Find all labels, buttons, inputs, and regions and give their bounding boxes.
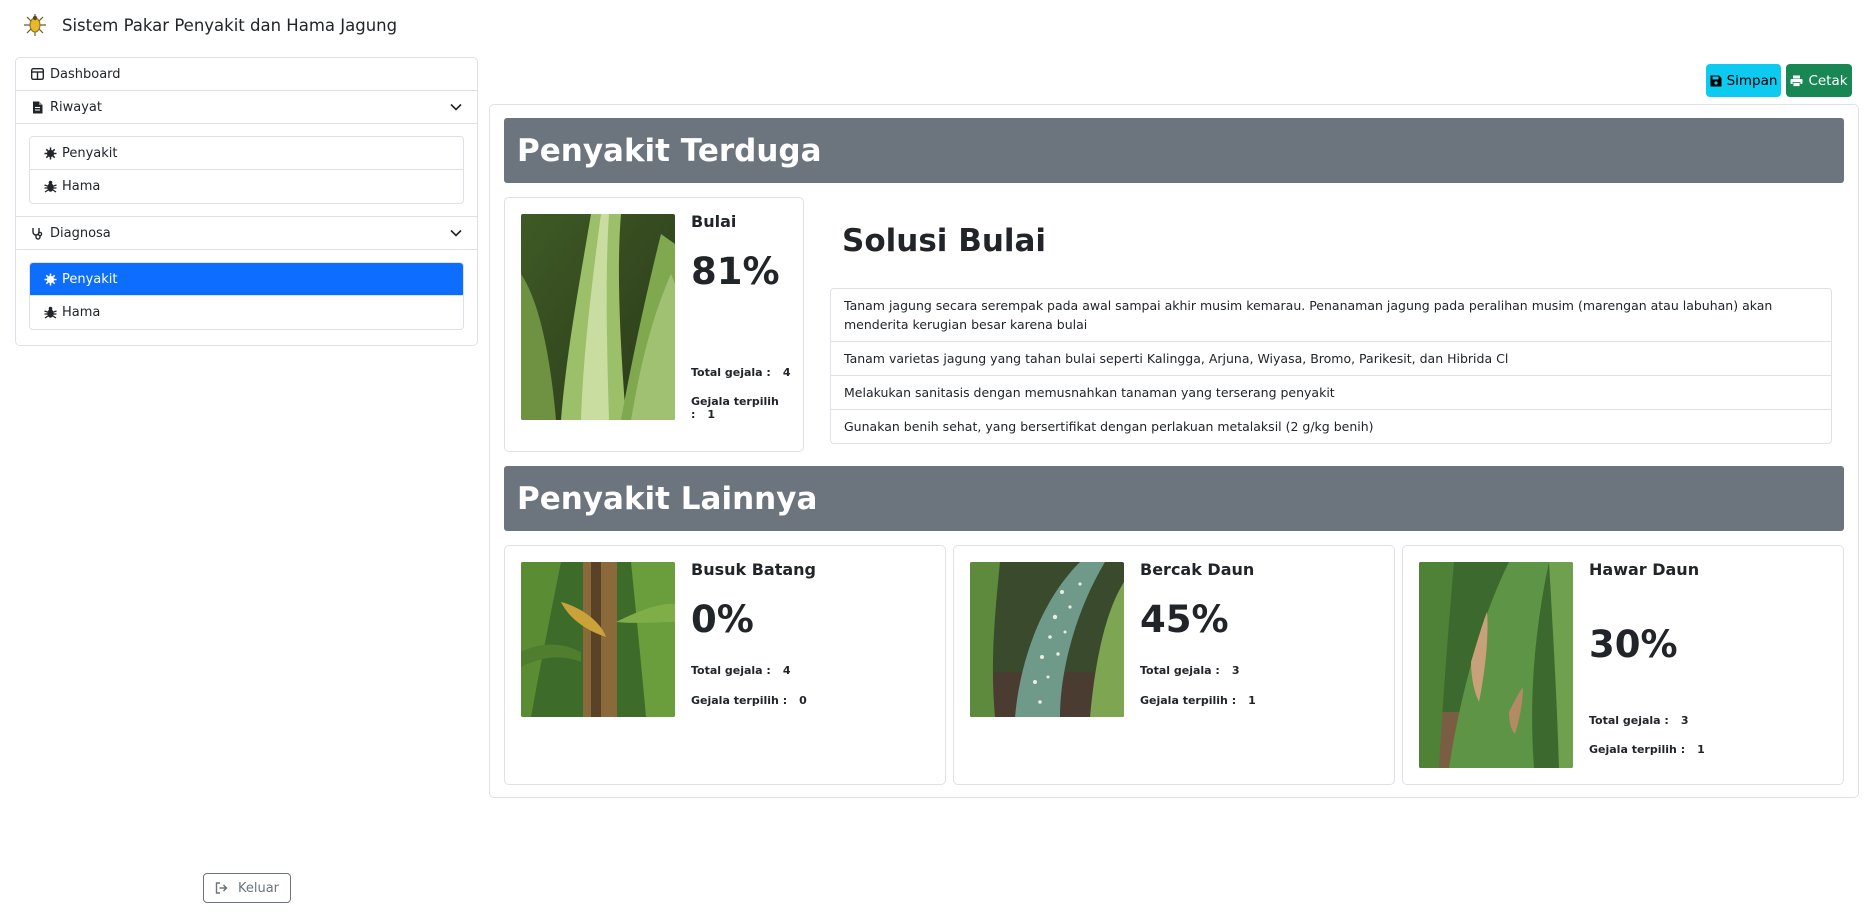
total-gejala-stat: Total gejala : 3 <box>1140 664 1240 677</box>
stethoscope-icon <box>30 226 44 240</box>
solution-title: Solusi Bulai <box>842 223 1047 259</box>
gejala-terpilih-label: Gejala terpilih : <box>691 694 788 707</box>
diagnosa-submenu: Penyakit Hama <box>16 250 477 342</box>
print-label: Cetak <box>1808 72 1848 89</box>
disease-percent: 0% <box>691 598 754 641</box>
floppy-disk-icon <box>1710 75 1722 87</box>
sidebar-item-label: Dashboard <box>50 66 121 82</box>
gejala-terpilih-value: 1 <box>707 408 716 421</box>
riwayat-submenu: Penyakit Hama <box>16 124 477 217</box>
gejala-terpilih-value: 1 <box>1248 694 1256 707</box>
total-gejala-label: Total gejala : <box>691 366 771 379</box>
bug-icon <box>43 180 57 194</box>
solution-item: Melakukan sanitasis dengan memusnahkan t… <box>831 376 1831 410</box>
bulai-image <box>521 214 675 420</box>
disease-name: Bercak Daun <box>1140 560 1255 579</box>
hawar-daun-image <box>1419 562 1573 768</box>
sidebar: Dashboard Riwayat Penyakit Hama Diagnosa… <box>15 57 478 346</box>
file-text-icon <box>30 100 44 114</box>
corn-bug-logo-icon <box>24 14 46 36</box>
sidebar-item-diagnosa-penyakit[interactable]: Penyakit <box>30 263 463 296</box>
suspected-disease-card: Bulai 81% Total gejala : 4 Gejala terpili… <box>504 197 804 452</box>
sidebar-item-label: Penyakit <box>62 271 118 287</box>
save-button[interactable]: Simpan <box>1706 64 1781 97</box>
total-gejala-label: Total gejala : <box>1589 714 1669 727</box>
sidebar-group-label: Riwayat <box>50 99 102 115</box>
gejala-terpilih-stat: Gejala terpilih : 0 <box>691 694 807 707</box>
print-button[interactable]: Cetak <box>1786 64 1852 97</box>
gejala-terpilih-label: Gejala terpilih : <box>691 395 779 421</box>
chevron-down-icon[interactable] <box>449 100 463 114</box>
solution-item: Tanam jagung secara serempak pada awal s… <box>831 289 1831 342</box>
table-columns-icon <box>30 67 44 81</box>
gejala-terpilih-stat: Gejala terpilih : 1 <box>1140 694 1256 707</box>
gejala-terpilih-stat: Gejala terpilih :1 <box>691 395 803 421</box>
sign-out-icon <box>215 882 229 894</box>
virus-icon <box>43 272 57 286</box>
total-gejala-value: 4 <box>782 366 791 379</box>
total-gejala-stat: Total gejala : 4 <box>691 664 791 677</box>
sidebar-item-label: Hama <box>62 305 101 320</box>
sidebar-item-label: Hama <box>62 179 101 194</box>
solution-list: Tanam jagung secara serempak pada awal s… <box>830 288 1832 444</box>
sidebar-item-riwayat-penyakit[interactable]: Penyakit <box>30 137 463 170</box>
total-gejala-value: 4 <box>782 664 791 677</box>
total-gejala-label: Total gejala : <box>691 664 771 677</box>
disease-name: Bulai <box>691 212 737 231</box>
section-header-others: Penyakit Lainnya <box>504 466 1844 531</box>
total-gejala-label: Total gejala : <box>1140 664 1220 677</box>
sidebar-item-riwayat-hama[interactable]: Hama <box>30 170 463 203</box>
bug-icon <box>43 306 57 320</box>
chevron-down-icon[interactable] <box>449 226 463 240</box>
solution-item: Gunakan benih sehat, yang bersertifikat … <box>844 419 1374 434</box>
app-title: Sistem Pakar Penyakit dan Hama Jagung <box>62 15 398 35</box>
disease-name: Hawar Daun <box>1589 560 1700 579</box>
gejala-terpilih-stat: Gejala terpilih : 1 <box>1589 743 1705 756</box>
disease-percent: 45% <box>1140 598 1229 641</box>
total-gejala-stat: Total gejala : 3 <box>1589 714 1689 727</box>
gejala-terpilih-value: 1 <box>1697 743 1705 756</box>
gejala-terpilih-label: Gejala terpilih : <box>1140 694 1237 707</box>
total-gejala-stat: Total gejala : 4 <box>691 366 791 379</box>
disease-percent: 81% <box>691 250 780 293</box>
sidebar-group-diagnosa[interactable]: Diagnosa <box>16 217 477 250</box>
sidebar-item-dashboard[interactable]: Dashboard <box>16 58 477 91</box>
total-gejala-value: 3 <box>1231 664 1240 677</box>
busuk-batang-image <box>521 562 675 717</box>
gejala-terpilih-label: Gejala terpilih : <box>1589 743 1686 756</box>
section-header-suspected: Penyakit Terduga <box>504 118 1844 183</box>
sidebar-item-diagnosa-hama[interactable]: Hama <box>30 296 463 329</box>
sidebar-item-label: Penyakit <box>62 145 118 161</box>
logout-label: Keluar <box>237 880 280 896</box>
printer-icon <box>1790 75 1803 87</box>
solution-item: Tanam varietas jagung yang tahan bulai s… <box>831 342 1831 376</box>
gejala-terpilih-value: 0 <box>799 694 807 707</box>
sidebar-group-riwayat[interactable]: Riwayat <box>16 91 477 124</box>
other-disease-card: Bercak Daun 45% Total gejala : 3 Gejala t… <box>953 545 1395 785</box>
total-gejala-value: 3 <box>1680 714 1689 727</box>
other-disease-card: Busuk Batang 0% Total gejala : 4 Gejala t… <box>504 545 946 785</box>
save-label: Simpan <box>1726 72 1778 89</box>
bercak-daun-image <box>970 562 1124 717</box>
virus-icon <box>43 146 57 160</box>
logout-button[interactable]: Keluar <box>203 873 291 903</box>
sidebar-group-label: Diagnosa <box>50 225 111 241</box>
disease-percent: 30% <box>1589 623 1678 666</box>
diagnosis-result-card: Penyakit Terduga Bulai 81% Total gejala … <box>489 104 1859 798</box>
app-header: Sistem Pakar Penyakit dan Hama Jagung <box>22 10 397 40</box>
disease-name: Busuk Batang <box>691 560 816 579</box>
other-disease-card: Hawar Daun 30% Total gejala : 3 Gejala te… <box>1402 545 1844 785</box>
